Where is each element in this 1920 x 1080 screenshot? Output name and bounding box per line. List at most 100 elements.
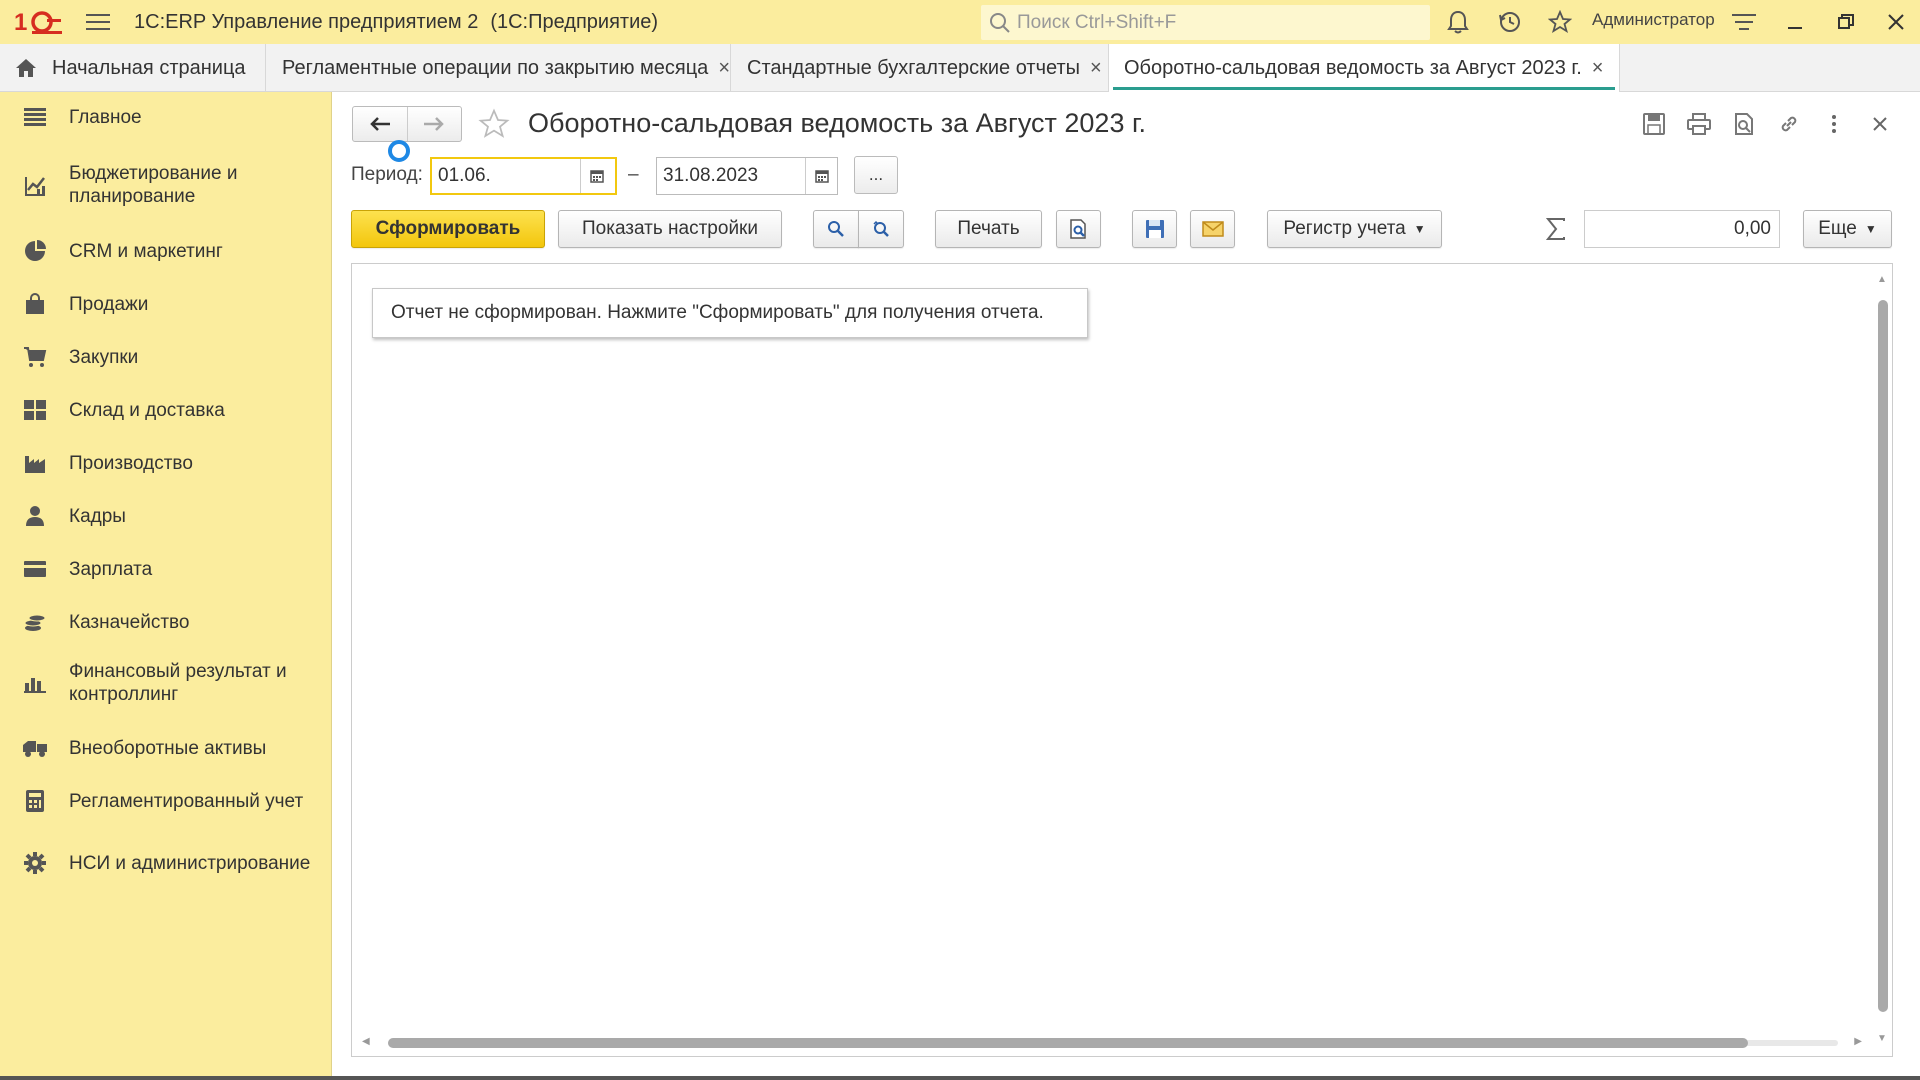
svg-text:1: 1 xyxy=(14,9,27,35)
sidebar-item-admin[interactable]: НСИ и администрирование xyxy=(0,840,332,886)
sidebar-item-label: Бюджетирование и планирование xyxy=(69,163,238,207)
sidebar-item-hr[interactable]: Кадры xyxy=(0,501,332,531)
tab-close-icon[interactable]: × xyxy=(1592,57,1604,80)
scroll-up-icon[interactable]: ▲ xyxy=(1876,274,1888,285)
app-subtitle: (1С:Предприятие) xyxy=(490,10,659,33)
sidebar-item-salary[interactable]: Зарплата xyxy=(0,554,332,584)
factory-icon xyxy=(22,450,48,476)
tab-home[interactable]: Начальная страница xyxy=(0,44,266,92)
vertical-scrollbar[interactable]: ▲ ▼ xyxy=(1876,274,1888,1044)
user-name[interactable]: Администратор xyxy=(1592,10,1715,30)
accounting-register-button[interactable]: Регистр учета ▼ xyxy=(1267,210,1442,248)
sidebar-item-purchases[interactable]: Закупки xyxy=(0,342,332,372)
link-icon[interactable] xyxy=(1771,106,1807,142)
send-email-button[interactable] xyxy=(1190,210,1235,248)
sidebar-item-main[interactable]: Главное xyxy=(0,102,332,132)
budget-icon xyxy=(22,172,48,198)
sidebar-item-crm[interactable]: CRM и маркетинг xyxy=(0,236,332,266)
coins-icon xyxy=(22,609,48,635)
sidebar-item-fixed-assets[interactable]: Внеоборотные активы xyxy=(0,733,332,763)
horizontal-scroll-thumb[interactable] xyxy=(388,1038,1748,1048)
tab-close-icon[interactable]: × xyxy=(1090,57,1102,80)
preview-icon[interactable] xyxy=(1726,106,1762,142)
calendar-icon[interactable] xyxy=(805,158,837,194)
app-title: 1С:ERP Управление предприятием 2 (1С:Пред… xyxy=(134,11,658,34)
sidebar-item-warehouse[interactable]: Склад и доставка xyxy=(0,395,332,425)
warehouse-icon xyxy=(22,397,48,423)
tab-standard-reports[interactable]: Стандартные бухгалтерские отчеты × xyxy=(731,44,1109,92)
scroll-left-icon[interactable]: ◀ xyxy=(362,1036,370,1047)
sidebar-item-production[interactable]: Производство xyxy=(0,448,332,478)
settings-lines-icon[interactable] xyxy=(1722,0,1766,44)
search-next-button[interactable] xyxy=(858,210,904,248)
calculator-icon xyxy=(22,788,48,814)
sidebar-item-label: Регламентированный учет xyxy=(69,790,304,812)
1c-logo-icon[interactable]: 1 xyxy=(14,0,66,44)
tab-close-icon[interactable]: × xyxy=(718,57,730,80)
close-form-icon[interactable] xyxy=(1862,106,1898,142)
print-button[interactable]: Печать xyxy=(935,210,1042,248)
date-separator: – xyxy=(628,164,639,185)
sum-value-field[interactable]: 0,00 xyxy=(1584,210,1780,248)
sidebar-item-label: Главное xyxy=(69,106,142,128)
sidebar-item-label: Внеоборотные активы xyxy=(69,737,267,759)
add-to-favorites-star-icon[interactable] xyxy=(476,106,512,142)
tab-trial-balance[interactable]: Оборотно-сальдовая ведомость за Август 2… xyxy=(1109,44,1620,92)
truck-icon xyxy=(22,735,48,761)
back-arrow-icon[interactable] xyxy=(353,107,407,141)
date-to-input[interactable] xyxy=(657,158,805,194)
calendar-icon[interactable] xyxy=(580,159,612,193)
date-from-input[interactable] xyxy=(432,159,580,193)
save-button[interactable] xyxy=(1132,210,1177,248)
scroll-right-icon[interactable]: ▶ xyxy=(1854,1036,1862,1047)
sidebar-item-treasury[interactable]: Казначейство xyxy=(0,607,332,637)
sum-sigma-icon xyxy=(1542,212,1570,246)
sidebar-item-label: Производство xyxy=(69,452,193,474)
print-preview-icon xyxy=(1069,219,1086,239)
favorites-star-icon[interactable] xyxy=(1538,0,1582,44)
sidebar-item-regulated-accounting[interactable]: Регламентированный учет xyxy=(0,786,332,816)
mouse-cursor-indicator xyxy=(388,140,410,162)
sidebar-item-label: Финансовый результат и контроллинг xyxy=(69,661,287,705)
tab-month-closing[interactable]: Регламентные операции по закрытию месяца… xyxy=(266,44,731,92)
generate-report-button[interactable]: Сформировать xyxy=(351,210,545,248)
select-period-button[interactable]: ... xyxy=(854,156,898,194)
form-title: Оборотно-сальдовая ведомость за Август 2… xyxy=(528,108,1147,138)
sidebar: Главное Бюджетирование и планирование CR… xyxy=(0,92,332,1080)
more-actions-icon[interactable] xyxy=(1816,106,1852,142)
close-window-icon[interactable] xyxy=(1874,0,1918,44)
report-area[interactable]: Отчет не сформирован. Нажмите "Сформиров… xyxy=(351,263,1893,1057)
sidebar-item-budgeting[interactable]: Бюджетирование и планирование xyxy=(0,162,332,208)
print-icon[interactable] xyxy=(1681,106,1717,142)
search-button[interactable] xyxy=(813,210,859,248)
vertical-scroll-thumb[interactable] xyxy=(1878,300,1888,1012)
history-icon[interactable] xyxy=(1488,0,1532,44)
forward-arrow-icon[interactable] xyxy=(406,107,462,141)
dropdown-caret-icon: ▼ xyxy=(1864,222,1877,236)
bar-chart-icon xyxy=(22,670,48,696)
envelope-icon xyxy=(1201,221,1224,237)
search-box[interactable]: Поиск Ctrl+Shift+F xyxy=(981,5,1430,40)
search-placeholder: Поиск Ctrl+Shift+F xyxy=(1017,11,1177,33)
tab-label: Оборотно-сальдовая ведомость за Август 2… xyxy=(1124,56,1582,79)
show-settings-button[interactable]: Показать настройки xyxy=(558,210,782,248)
sidebar-item-sales[interactable]: Продажи xyxy=(0,289,332,319)
main-menu-icon[interactable] xyxy=(76,0,120,44)
minimize-icon[interactable] xyxy=(1774,0,1818,44)
date-to-field[interactable] xyxy=(656,157,838,195)
card-icon xyxy=(22,556,48,582)
scroll-down-icon[interactable]: ▼ xyxy=(1876,1033,1888,1044)
accounting-register-label: Регистр учета xyxy=(1283,218,1406,239)
preview-button[interactable] xyxy=(1056,210,1101,248)
date-from-field[interactable] xyxy=(430,157,617,195)
bell-icon[interactable] xyxy=(1436,0,1480,44)
more-menu-button[interactable]: Еще ▼ xyxy=(1803,210,1892,248)
horizontal-scrollbar[interactable]: ◀ ▶ xyxy=(362,1036,1862,1048)
restore-icon[interactable] xyxy=(1824,0,1868,44)
sidebar-item-financial-result[interactable]: Финансовый результат и контроллинг xyxy=(0,660,332,706)
title-bar: 1 1С:ERP Управление предприятием 2 (1С:Пр… xyxy=(0,0,1920,44)
sidebar-item-label: Кадры xyxy=(69,505,126,527)
save-document-icon[interactable] xyxy=(1636,106,1672,142)
shopping-bag-icon xyxy=(22,291,48,317)
tab-label: Стандартные бухгалтерские отчеты xyxy=(747,56,1080,79)
